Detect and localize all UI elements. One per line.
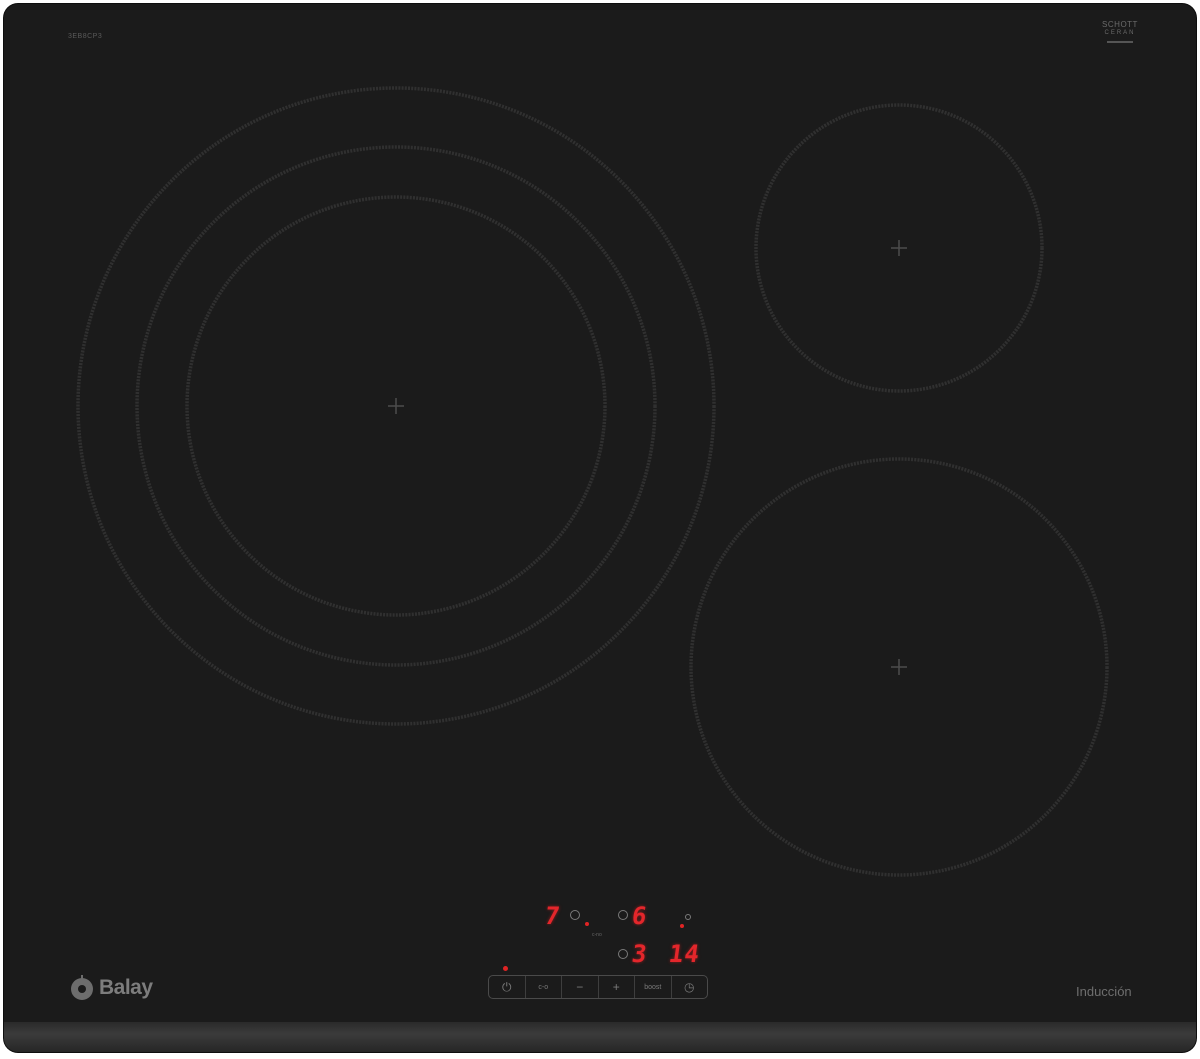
- cross-mark-icon: [891, 659, 907, 675]
- plus-button[interactable]: +: [599, 976, 635, 998]
- timer-zone-marker: [685, 914, 691, 920]
- boost-button[interactable]: boost: [635, 976, 672, 998]
- model-code: 3EB8CP3: [68, 33, 103, 40]
- front-edge: [4, 1022, 1196, 1052]
- cooking-zones: [76, 86, 1109, 877]
- brand-name: Balay: [99, 976, 153, 999]
- power-icon: ⏻: [502, 980, 512, 994]
- power-indicator: [503, 966, 508, 971]
- zone-left-indicator: [585, 922, 589, 926]
- glass-brand-mark: SCHOTT CERAN: [1080, 20, 1160, 43]
- touch-control-bar: ⏻ c-o − + boost ◷: [488, 975, 708, 999]
- cross-mark-icon: [388, 398, 404, 414]
- minus-button[interactable]: −: [562, 976, 599, 998]
- glass-brand-line1: SCHOTT: [1102, 20, 1138, 29]
- cross-mark-icon: [891, 240, 907, 256]
- cooktop-glass: 3EB8CP3 SCHOTT CERAN 7 c-no 6 3 14 ⏻ c-o…: [4, 4, 1196, 1052]
- balay-logo-icon: [68, 974, 96, 1002]
- brand-logo: Balay: [68, 974, 153, 1002]
- plus-label: +: [612, 980, 620, 994]
- small-indicator-label: c-no: [592, 932, 602, 938]
- timer-display: 14: [667, 940, 702, 968]
- zone-left-select-button[interactable]: [570, 910, 580, 920]
- power-button[interactable]: ⏻: [489, 976, 526, 998]
- boost-label: boost: [644, 983, 662, 991]
- minus-label: −: [576, 980, 584, 994]
- timer-icon: ◷: [684, 980, 695, 994]
- childlock-button[interactable]: c-o: [526, 976, 562, 998]
- timer-zone-indicator: [680, 924, 684, 928]
- timer-button[interactable]: ◷: [672, 976, 708, 998]
- zone-bottom-right-select-button[interactable]: [618, 949, 628, 959]
- childlock-label: c-o: [538, 983, 549, 991]
- glass-brand-underline: [1107, 41, 1133, 43]
- glass-brand-line2: CERAN: [1104, 30, 1136, 36]
- zone-top-right-select-button[interactable]: [618, 910, 628, 920]
- technology-label: Inducción: [1076, 984, 1132, 999]
